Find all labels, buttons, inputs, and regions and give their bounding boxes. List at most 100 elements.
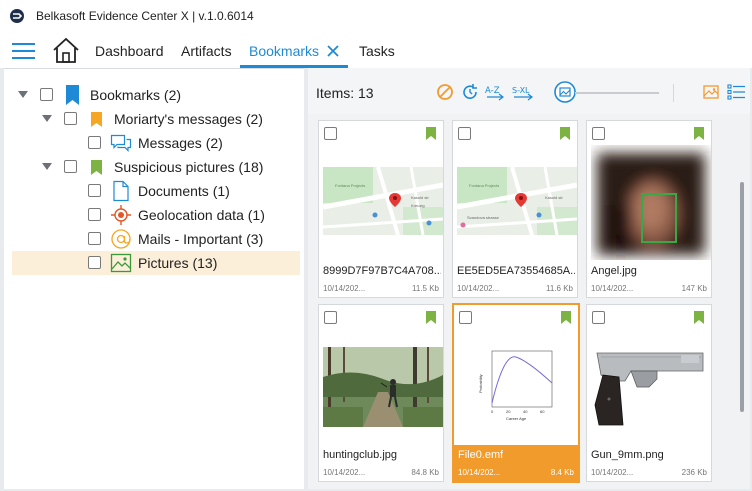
checkbox[interactable] [40,88,53,101]
checkbox[interactable] [88,232,101,245]
svg-text:0: 0 [491,409,494,414]
checkbox[interactable] [88,208,101,221]
svg-text:40: 40 [523,409,528,414]
svg-text:A-Z: A-Z [485,86,500,96]
checkbox[interactable] [324,311,337,324]
bookmark-green-icon [694,311,704,324]
card-meta: huntingclub.jpg 10/14/202... 84.8 Kb [319,445,443,483]
thumbnail-image [591,145,711,260]
collapse-arrow-icon[interactable] [42,163,52,171]
tree-node-moriartys-messages[interactable]: Moriarty's messages (2) [4,107,304,131]
checkbox[interactable] [324,127,337,140]
tree-label: Geolocation data (1) [138,207,265,223]
thumbnail-grid: Fontana Projects Kreuzig Kasold str 8999… [308,114,750,489]
checkbox[interactable] [592,127,605,140]
file-date: 10/14/202... [323,468,366,477]
belkasoft-logo-icon [10,9,24,23]
forest-hunter-thumbnail [323,347,443,427]
thumbnail-card[interactable]: Angel.jpg 10/14/202... 147 Kb [586,120,712,298]
geolocation-icon [111,205,131,225]
tree-node-suspicious-pictures[interactable]: Suspicious pictures (18) [4,155,304,179]
blurred-face-thumbnail [591,145,711,260]
svg-text:20: 20 [506,409,511,414]
checkbox[interactable] [88,136,101,149]
title-bar: Belkasoft Evidence Center X | v.1.0.6014 [0,0,752,32]
tree-label: Documents (1) [138,183,230,199]
checkbox[interactable] [64,160,77,173]
checkbox[interactable] [459,311,472,324]
bookmark-green-icon [426,311,436,324]
svg-text:Kreuzig: Kreuzig [411,203,425,208]
tab-artifacts[interactable]: Artifacts [181,34,232,68]
checkbox[interactable] [88,184,101,197]
thumbnail-image [323,329,443,444]
tab-bookmarks[interactable]: Bookmarks [249,34,319,68]
messages-icon [110,134,132,152]
close-tab-icon[interactable] [326,44,340,58]
bookmark-green-icon [91,160,102,175]
tree-label: Bookmarks (2) [90,87,182,103]
sort-by-size-icon[interactable]: S-XL [512,82,536,102]
gallery-view-icon[interactable] [701,82,721,102]
list-view-icon[interactable] [726,82,746,102]
tab-dashboard[interactable]: Dashboard [95,34,164,68]
map-thumbnail: Fontana Projects Svandova strasse Kasold… [457,167,577,235]
file-size: 11.6 Kb [546,284,573,293]
block-icon[interactable] [435,82,455,102]
file-name: EE5ED5EA73554685A... [457,265,575,277]
tab-tasks[interactable]: Tasks [359,34,395,68]
checkbox[interactable] [88,256,101,269]
vertical-scrollbar[interactable] [739,114,747,489]
svg-text:Svandova strasse: Svandova strasse [467,215,500,220]
thumbnail-card[interactable]: huntingclub.jpg 10/14/202... 84.8 Kb [318,304,444,482]
chart-thumbnail: Probability 0 20 40 60 Career Age [478,343,558,427]
tree-node-geolocation-data[interactable]: Geolocation data (1) [4,203,304,227]
items-panel: Items: 13 A-Z S-XL Fontana Projects Kreu… [308,68,750,489]
tree-label: Messages (2) [138,135,223,151]
sort-a-z-icon[interactable]: A-Z [485,82,505,102]
checkbox[interactable] [64,112,77,125]
svg-text:60: 60 [540,409,545,414]
tree-label: Pictures (13) [138,255,218,271]
bookmark-tree: Bookmarks (2) Moriarty's messages (2) Me… [4,68,304,489]
tree-node-documents[interactable]: Documents (1) [4,179,304,203]
hamburger-menu-icon[interactable] [12,43,35,60]
file-size: 147 Kb [681,284,707,293]
thumbnail-image: Fontana Projects Svandova strasse Kasold… [457,145,577,260]
file-size: 236 Kb [681,468,707,477]
checkbox[interactable] [592,311,605,324]
tree-node-messages[interactable]: Messages (2) [4,131,304,155]
map-thumbnail: Fontana Projects Kreuzig Kasold str [323,167,443,235]
thumbnail-size-icon[interactable] [554,81,576,103]
svg-text:S-XL: S-XL [512,86,530,95]
file-date: 10/14/202... [591,468,634,477]
toolbar-divider [673,84,674,102]
tree-label: Suspicious pictures (18) [114,159,264,175]
collapse-arrow-icon[interactable] [18,91,28,99]
main-tabbar: Dashboard Artifacts Bookmarks Tasks [0,34,752,68]
thumbnail-size-slider[interactable] [575,92,659,94]
thumbnail-image: Fontana Projects Kreuzig Kasold str [323,145,443,260]
tree-node-bookmarks[interactable]: Bookmarks (2) [4,83,304,107]
svg-text:Probability: Probability [478,374,483,393]
scrollbar-thumb[interactable] [740,182,744,412]
sort-by-time-icon[interactable] [460,82,480,102]
thumbnail-card[interactable]: Fontana Projects Kreuzig Kasold str 8999… [318,120,444,298]
thumbnail-card[interactable]: Gun_9mm.png 10/14/202... 236 Kb [586,304,712,482]
file-name: 8999D7F97B7C4A708... [323,265,441,277]
thumbnail-card-selected[interactable]: Probability 0 20 40 60 Career Age File0.… [452,303,580,483]
face-detection-box [641,193,677,243]
thumbnail-card[interactable]: Fontana Projects Svandova strasse Kasold… [452,120,578,298]
checkbox[interactable] [458,127,471,140]
tree-node-mails-important[interactable]: Mails - Important (3) [4,227,304,251]
svg-text:Fontana Projects: Fontana Projects [335,183,365,188]
collapse-arrow-icon[interactable] [42,115,52,123]
tree-node-pictures[interactable]: Pictures (13) [12,251,300,275]
items-toolbar: Items: 13 A-Z S-XL [308,68,750,114]
home-icon[interactable] [52,36,80,64]
bookmark-blue-icon [66,85,79,105]
app-title: Belkasoft Evidence Center X | v.1.0.6014 [36,9,254,23]
svg-text:Kasold str: Kasold str [411,195,429,200]
tree-label: Moriarty's messages (2) [114,111,263,127]
file-size: 11.5 Kb [412,284,439,293]
